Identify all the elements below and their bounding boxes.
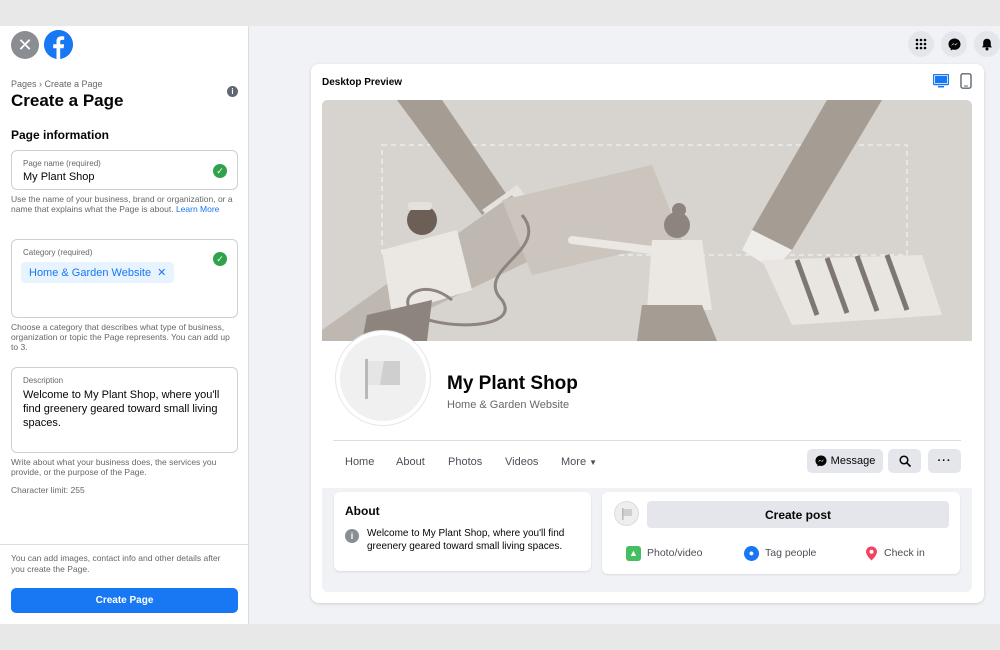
about-text: Welcome to My Plant Shop, where you'll f… [367, 528, 565, 552]
category-label: Category (required) [23, 248, 93, 257]
info-icon: i [345, 529, 359, 543]
location-pin-icon [866, 546, 877, 560]
page-name-field[interactable]: Page name (required) My Plant Shop ✓ [11, 150, 238, 190]
page-name-help: Use the name of your business, brand or … [11, 194, 239, 214]
page-preview: My Plant Shop Home & Garden Website Home… [322, 100, 972, 592]
flag-icon [365, 359, 400, 399]
description-input[interactable]: Welcome to My Plant Shop, where you'll f… [23, 388, 233, 430]
tab-videos[interactable]: Videos [505, 456, 538, 468]
close-icon: ✕ [17, 34, 33, 55]
check-icon: ✓ [213, 164, 227, 178]
description-field[interactable]: Description Welcome to My Plant Shop, wh… [11, 367, 238, 453]
create-page-button[interactable]: Create Page [11, 588, 238, 613]
check-icon: ✓ [213, 252, 227, 266]
photo-video-action[interactable]: ▲ Photo/video [626, 544, 702, 562]
tag-people-action[interactable]: ● Tag people [744, 544, 816, 562]
about-title: About [345, 504, 380, 518]
create-post-card: Create post ▲ Photo/video ● Tag people C… [602, 492, 960, 574]
app-frame: ✕ Pages › Create a Page Create a Page i … [0, 26, 1000, 624]
close-button[interactable]: ✕ [11, 31, 39, 59]
category-chip-label: Home & Garden Website [29, 266, 152, 279]
desktop-icon[interactable] [933, 74, 949, 88]
tab-photos[interactable]: Photos [448, 456, 482, 468]
check-in-action[interactable]: Check in [865, 544, 925, 562]
remove-chip-icon[interactable]: ✕ [157, 266, 166, 279]
facebook-f-icon [44, 30, 73, 59]
tab-about[interactable]: About [396, 456, 425, 468]
tabs-divider [333, 440, 961, 441]
preview-page-category: Home & Garden Website [447, 399, 570, 411]
breadcrumb[interactable]: Pages › Create a Page [11, 79, 103, 89]
search-button[interactable] [888, 449, 921, 473]
footer-divider [0, 544, 248, 545]
category-field[interactable]: Category (required) Home & Garden Websit… [11, 239, 238, 318]
tab-more[interactable]: More ▼ [561, 456, 597, 468]
tag-people-icon: ● [744, 545, 759, 561]
tab-home[interactable]: Home [345, 456, 374, 468]
about-card: About i Welcome to My Plant Shop, where … [334, 492, 591, 571]
more-options-button[interactable]: ··· [928, 449, 961, 473]
check-in-label: Check in [884, 547, 925, 559]
category-help: Choose a category that describes what ty… [11, 322, 230, 352]
messenger-button[interactable] [941, 31, 967, 57]
messenger-icon [948, 38, 960, 50]
sidebar: ✕ Pages › Create a Page Create a Page i … [0, 26, 249, 624]
profile-header: My Plant Shop Home & Garden Website Home… [322, 331, 972, 488]
message-button-label: Message [830, 455, 876, 467]
facebook-logo[interactable] [44, 30, 73, 59]
description-label: Description [23, 376, 64, 385]
more-icon: ··· [937, 455, 952, 467]
preview-title: Desktop Preview [322, 77, 403, 88]
mobile-icon[interactable] [960, 73, 972, 89]
learn-more-link[interactable]: Learn More [176, 204, 219, 214]
info-icon[interactable]: i [227, 86, 238, 97]
cover-illustration [322, 100, 972, 341]
notifications-icon [982, 38, 992, 50]
messenger-icon [815, 455, 827, 467]
photo-video-label: Photo/video [647, 547, 703, 559]
description-help: Write about what your business does, the… [11, 457, 217, 477]
caret-down-icon: ▼ [589, 458, 598, 467]
photo-icon: ▲ [626, 545, 641, 561]
page-title: Create a Page [11, 91, 124, 110]
tab-more-label: More [561, 456, 587, 468]
create-post-button[interactable]: Create post [647, 501, 949, 528]
menu-grid-icon [915, 38, 927, 50]
desktop-preview-card: Desktop Preview My Plant Shop Home & Gar… [311, 64, 984, 603]
page-name-input[interactable]: My Plant Shop [23, 171, 95, 183]
category-chip[interactable]: Home & Garden Website ✕ [21, 262, 175, 283]
page-name-label: Page name (required) [23, 159, 101, 168]
post-avatar [614, 501, 639, 526]
cover-photo [322, 100, 972, 341]
search-icon [898, 455, 911, 467]
page-avatar[interactable] [336, 331, 430, 425]
footer-note: You can add images, contact info and oth… [11, 553, 221, 574]
section-title: Page information [11, 128, 110, 142]
character-limit: Character limit: 255 [11, 485, 85, 495]
menu-grid-button[interactable] [908, 31, 934, 57]
preview-page-name: My Plant Shop [447, 373, 578, 394]
message-button[interactable]: Message [807, 449, 883, 473]
flag-icon [621, 507, 632, 520]
tag-people-label: Tag people [765, 547, 817, 559]
notifications-button[interactable] [974, 31, 1000, 57]
